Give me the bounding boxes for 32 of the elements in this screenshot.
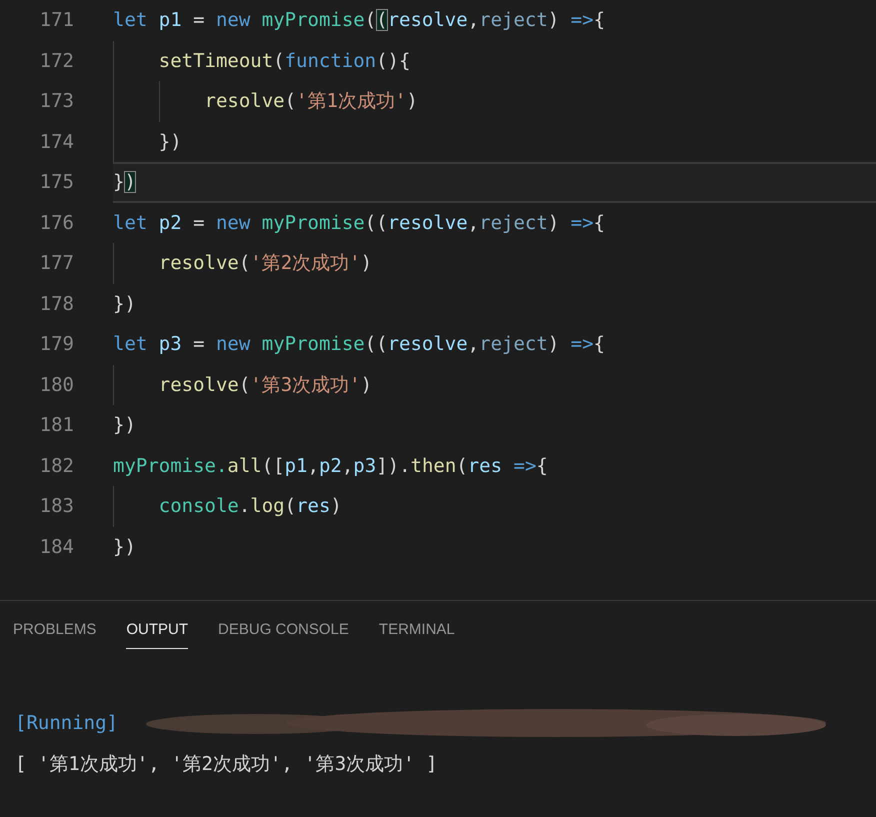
- line-number: 177: [38, 252, 74, 274]
- code-line: setTimeout(function(){: [113, 40, 876, 81]
- output-text: [Running]: [15, 712, 118, 734]
- code-line: resolve('第3次成功'): [113, 364, 876, 405]
- code-line: }): [113, 292, 137, 317]
- line-number: 175: [38, 171, 74, 194]
- line-number: 176: [38, 212, 74, 234]
- code-line: console.log(res): [113, 486, 876, 526]
- output-text: [ '第1次成功', '第2次成功', '第3次成功' ]: [15, 752, 438, 777]
- line-number: 174: [38, 130, 74, 153]
- code-line: myPromise.all([p1,p2,p3]).then(res =>{: [113, 454, 549, 479]
- line-number: 181: [38, 414, 74, 436]
- code-line: let p3 = new myPromise((resolve,reject) =>{: [113, 332, 606, 358]
- code-line: let p1 = new myPromise((resolve,reject) =>{: [113, 8, 606, 34]
- code-line: }): [113, 534, 137, 560]
- line-number: 184: [38, 536, 74, 558]
- panel-tab[interactable]: DEBUG CONSOLE: [218, 617, 349, 649]
- panel-tab[interactable]: TERMINAL: [378, 617, 455, 649]
- line-number: 171: [38, 9, 74, 32]
- line-number: 173: [38, 90, 74, 112]
- panel-tab[interactable]: OUTPUT: [126, 617, 188, 649]
- panel-tab[interactable]: PROBLEMS: [13, 617, 96, 649]
- line-number: 183: [38, 495, 74, 518]
- line-number: 182: [38, 454, 74, 477]
- code-line: }): [113, 413, 137, 438]
- code-line: resolve('第1次成功'): [113, 81, 876, 122]
- line-number: 179: [38, 333, 74, 356]
- line-number: 180: [38, 374, 74, 396]
- line-number: 172: [38, 50, 74, 72]
- code-line: let p2 = new myPromise((resolve,reject) =>{: [113, 210, 606, 236]
- line-number: 178: [38, 292, 74, 315]
- code-line: resolve('第2次成功'): [113, 243, 876, 284]
